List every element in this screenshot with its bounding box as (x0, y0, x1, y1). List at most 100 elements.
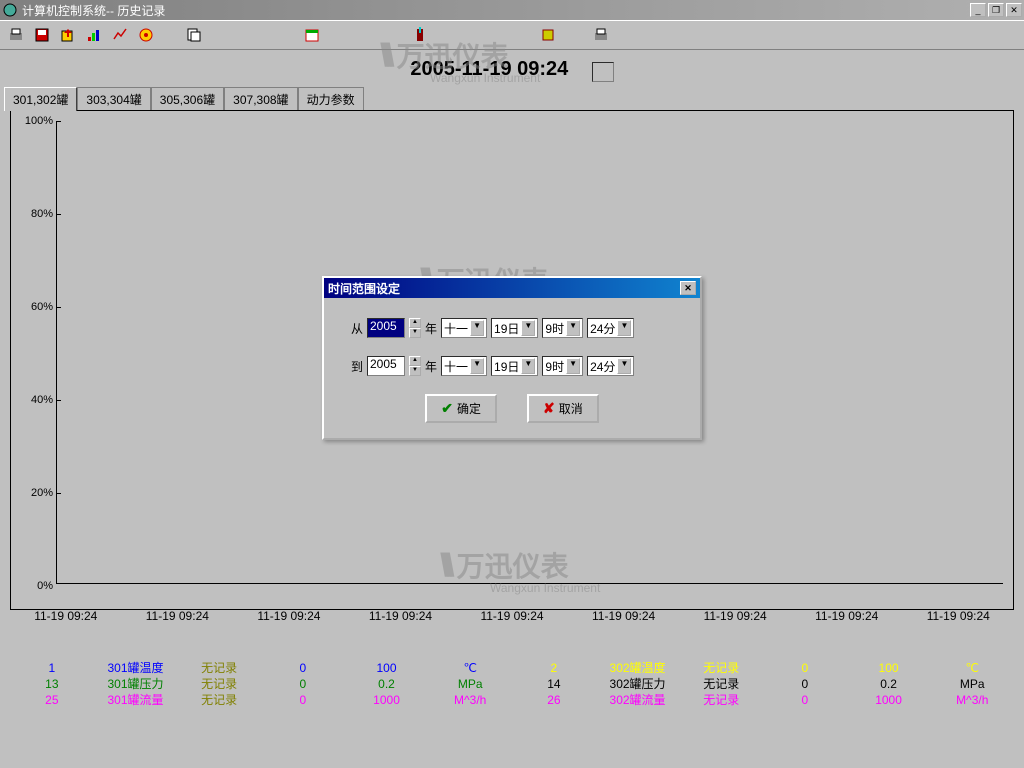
window-title: 计算机控制系统-- 历史记录 (22, 2, 970, 19)
ytick-40: 40% (31, 394, 53, 406)
dialog-title: 时间范围设定 (328, 280, 680, 297)
x-icon: ✘ (543, 400, 555, 417)
year-suffix: 年 (425, 320, 437, 337)
cell-rec2: 无记录 (679, 660, 763, 676)
from-hour-select[interactable]: 9时▼ (542, 318, 583, 338)
page-timestamp: 2005-11-19 09:24 (410, 58, 568, 81)
xtick-row: 11-19 09:24 11-19 09:24 11-19 09:24 11-1… (10, 609, 1014, 623)
from-year-input[interactable]: 2005 (367, 318, 405, 338)
cell-name: 301罐温度 (94, 660, 178, 676)
ytick-80: 80% (31, 208, 53, 220)
cell-name: 301罐压力 (94, 676, 178, 692)
dialog-titlebar: 时间范围设定 ✕ (324, 278, 700, 298)
check-icon: ✔ (441, 400, 453, 417)
maximize-button[interactable]: ❐ (988, 3, 1004, 17)
cell-low2: 0 (763, 660, 847, 676)
ytick-0: 0% (37, 580, 53, 592)
cell-name: 301罐流量 (94, 692, 178, 708)
from-label: 从 (339, 320, 363, 337)
cell-rec: 无记录 (177, 660, 261, 676)
to-minute-select[interactable]: 24分▼ (587, 356, 634, 376)
tab-307-308[interactable]: 307,308罐 (224, 87, 297, 111)
exit-button[interactable] (408, 23, 432, 47)
from-year-spinner[interactable]: ▲▼ (409, 318, 421, 338)
xtick: 11-19 09:24 (679, 609, 791, 623)
cell-unit2: ℃ (930, 660, 1014, 676)
to-year-spinner[interactable]: ▲▼ (409, 356, 421, 376)
minimize-button[interactable]: _ (970, 3, 986, 17)
cell-val2: 0.2 (847, 676, 931, 692)
cell-unit: ℃ (428, 660, 512, 676)
to-label: 到 (339, 358, 363, 375)
config-button[interactable] (536, 23, 560, 47)
ytick-60: 60% (31, 301, 53, 313)
cell-name2: 302罐温度 (596, 660, 680, 676)
xtick: 11-19 09:24 (122, 609, 234, 623)
cell-val: 0.2 (345, 676, 429, 692)
from-row: 从 2005 ▲▼ 年 十一▼ 19日▼ 9时▼ 24分▼ (339, 318, 685, 338)
to-row: 到 2005 ▲▼ 年 十一▼ 19日▼ 9时▼ 24分▼ (339, 356, 685, 376)
cell-low: 0 (261, 660, 345, 676)
cell-low2: 0 (763, 692, 847, 708)
cell-rec: 无记录 (177, 692, 261, 708)
xtick: 11-19 09:24 (10, 609, 122, 623)
toolbar (0, 20, 1024, 50)
cell-id2: 26 (512, 692, 596, 708)
print-button[interactable] (4, 23, 28, 47)
table-row: 13 301罐压力 无记录 0 0.2 MPa 14 302罐压力 无记录 0 … (10, 676, 1014, 692)
cell-id: 1 (10, 660, 94, 676)
to-month-select[interactable]: 十一▼ (441, 356, 487, 376)
trend-button[interactable] (108, 23, 132, 47)
cell-id2: 14 (512, 676, 596, 692)
xtick: 11-19 09:24 (456, 609, 568, 623)
alarm-button[interactable] (134, 23, 158, 47)
app-icon (2, 2, 18, 18)
cell-id: 13 (10, 676, 94, 692)
ytick-20: 20% (31, 487, 53, 499)
from-day-select[interactable]: 19日▼ (491, 318, 538, 338)
cell-id2: 2 (512, 660, 596, 676)
save-button[interactable] (30, 23, 54, 47)
cell-unit2: M^3/h (930, 692, 1014, 708)
cell-rec2: 无记录 (679, 676, 763, 692)
print2-button[interactable] (589, 23, 613, 47)
xtick: 11-19 09:24 (568, 609, 680, 623)
cell-low: 0 (261, 692, 345, 708)
table-row: 25 301罐流量 无记录 0 1000 M^3/h 26 302罐流量 无记录… (10, 692, 1014, 708)
from-minute-select[interactable]: 24分▼ (587, 318, 634, 338)
xtick: 11-19 09:24 (903, 609, 1015, 623)
xtick: 11-19 09:24 (791, 609, 903, 623)
xtick: 11-19 09:24 (233, 609, 345, 623)
cell-low: 0 (261, 676, 345, 692)
cell-val2: 100 (847, 660, 931, 676)
cell-name2: 302罐流量 (596, 692, 680, 708)
year-suffix: 年 (425, 358, 437, 375)
tab-301-302[interactable]: 301,302罐 (4, 87, 77, 111)
dialog-close-button[interactable]: ✕ (680, 281, 696, 295)
cell-unit: MPa (428, 676, 512, 692)
to-day-select[interactable]: 19日▼ (491, 356, 538, 376)
to-hour-select[interactable]: 9时▼ (542, 356, 583, 376)
tab-305-306[interactable]: 305,306罐 (151, 87, 224, 111)
from-month-select[interactable]: 十一▼ (441, 318, 487, 338)
tab-power[interactable]: 动力参数 (298, 87, 364, 111)
to-year-input[interactable]: 2005 (367, 356, 405, 376)
cell-unit2: MPa (930, 676, 1014, 692)
chart-button[interactable] (82, 23, 106, 47)
export-button[interactable] (56, 23, 80, 47)
cell-id: 25 (10, 692, 94, 708)
cell-val: 100 (345, 660, 429, 676)
cell-rec: 无记录 (177, 676, 261, 692)
cell-rec2: 无记录 (679, 692, 763, 708)
cell-unit: M^3/h (428, 692, 512, 708)
close-button[interactable]: ✕ (1006, 3, 1022, 17)
cancel-button[interactable]: ✘取消 (527, 394, 599, 423)
timestamp-box[interactable] (592, 62, 614, 82)
copy-button[interactable] (182, 23, 206, 47)
data-table: 1 301罐温度 无记录 0 100 ℃ 2 302罐温度 无记录 0 100 … (10, 660, 1014, 708)
ytick-100: 100% (25, 115, 53, 127)
calendar-button[interactable] (300, 23, 324, 47)
tab-303-304[interactable]: 303,304罐 (77, 87, 150, 111)
cell-val2: 1000 (847, 692, 931, 708)
ok-button[interactable]: ✔确定 (425, 394, 497, 423)
